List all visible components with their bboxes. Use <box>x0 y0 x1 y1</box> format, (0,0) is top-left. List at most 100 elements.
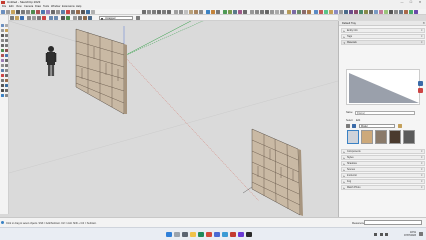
union-icon[interactable] <box>265 10 269 14</box>
section-close-icon[interactable]: ✕ <box>421 174 423 178</box>
network-icon[interactable] <box>380 232 383 236</box>
home-icon[interactable] <box>352 124 356 128</box>
bucket-icon[interactable] <box>4 29 8 33</box>
text-icon[interactable] <box>0 69 4 73</box>
section-close-icon[interactable]: ✕ <box>421 180 423 184</box>
solid-tools-icon[interactable] <box>250 10 254 14</box>
dynamic-components-icon[interactable] <box>292 10 296 14</box>
tray-section-tags[interactable]: ▸ Tags ✕ <box>341 34 425 39</box>
back-view-icon[interactable] <box>162 10 166 14</box>
back-icon[interactable] <box>346 124 350 128</box>
xray-style-icon[interactable] <box>174 10 178 14</box>
layout-taskbar-icon[interactable] <box>238 231 244 237</box>
taskbar-clock[interactable]: 18:51 07/07/2023 <box>394 231 416 237</box>
file-explorer-icon[interactable] <box>190 231 196 237</box>
right-view-icon[interactable] <box>157 10 161 14</box>
rotate-icon[interactable] <box>4 54 8 58</box>
monochrome-style-icon[interactable] <box>199 10 203 14</box>
extension-manager-icon[interactable] <box>324 10 328 14</box>
scale-icon[interactable] <box>0 59 4 63</box>
freehand-icon[interactable] <box>4 34 8 38</box>
undo-icon[interactable] <box>49 16 53 20</box>
warehouse-icon[interactable] <box>91 10 95 14</box>
wireframe-style-icon[interactable] <box>179 10 183 14</box>
plugin-tool-6-icon[interactable] <box>354 10 358 14</box>
plugin-tool-16-icon[interactable] <box>404 10 408 14</box>
section-cuts-icon[interactable] <box>216 10 220 14</box>
tray-section-components[interactable]: ▸ Components ✕ <box>341 149 425 154</box>
hidden-line-style-icon[interactable] <box>184 10 188 14</box>
move-tool-icon[interactable] <box>36 10 40 14</box>
material-name-field[interactable]: [Name] <box>355 111 415 115</box>
shaded-style-icon[interactable] <box>189 10 193 14</box>
tag-visible-checkbox[interactable] <box>101 17 104 20</box>
geolocation-icon[interactable] <box>233 10 237 14</box>
tag-tool-icon[interactable] <box>88 16 92 20</box>
mail-app-icon[interactable] <box>214 231 220 237</box>
profile-builder-icon[interactable] <box>314 10 318 14</box>
two-point-arc-icon[interactable] <box>4 39 8 43</box>
plugin-tool-18-icon[interactable] <box>414 10 418 14</box>
eraser-icon[interactable] <box>0 29 4 33</box>
tray-chevron-icon[interactable] <box>374 232 377 236</box>
notifications-icon[interactable] <box>419 232 423 236</box>
follow-me-icon[interactable] <box>4 49 8 53</box>
offset-tool-icon[interactable] <box>51 10 55 14</box>
axes-tool-icon[interactable] <box>66 10 70 14</box>
component-options-icon[interactable] <box>302 10 306 14</box>
material-swatch-wood-light[interactable] <box>361 130 373 144</box>
rectangle-tool-icon[interactable] <box>26 10 30 14</box>
sketchup-taskbar-icon[interactable] <box>230 231 236 237</box>
pencil-icon[interactable] <box>0 34 4 38</box>
dimension-icon[interactable] <box>4 69 8 73</box>
eraser-tool-icon[interactable] <box>6 10 10 14</box>
sandbox-icon[interactable] <box>223 10 227 14</box>
textured-style-icon[interactable] <box>194 10 198 14</box>
warehouse-share-icon[interactable] <box>287 10 291 14</box>
paste-icon[interactable] <box>37 16 41 20</box>
trim-icon[interactable] <box>275 10 279 14</box>
rotate-tool-icon[interactable] <box>41 10 45 14</box>
tray-section-match-photo[interactable]: ▸ Match Photo ✕ <box>341 185 425 190</box>
outliner-icon[interactable] <box>83 16 87 20</box>
move-icon[interactable] <box>0 54 4 58</box>
edge-browser-icon[interactable] <box>198 231 204 237</box>
component-attributes-icon[interactable] <box>307 10 311 14</box>
pan-icon[interactable] <box>4 79 8 83</box>
tray-section-fog[interactable]: ▸ Fog ✕ <box>341 179 425 184</box>
split-icon[interactable] <box>280 10 284 14</box>
open-file-icon[interactable] <box>15 16 19 20</box>
orbit-icon[interactable] <box>0 79 4 83</box>
section-fill-icon[interactable] <box>211 10 215 14</box>
line-tool-icon[interactable] <box>16 10 20 14</box>
zoom-extents-icon[interactable] <box>86 10 90 14</box>
section-icon[interactable] <box>0 94 4 98</box>
outer-shell-icon[interactable] <box>255 10 259 14</box>
select-arrow-icon[interactable] <box>0 24 4 28</box>
walk-icon[interactable] <box>4 89 8 93</box>
tray-section-scenes[interactable]: ▸ Scenes ✕ <box>341 167 425 172</box>
select-tab[interactable]: Select <box>346 119 353 123</box>
look-around-icon[interactable] <box>4 94 8 98</box>
arc-icon[interactable] <box>0 39 4 43</box>
sample-paint-icon[interactable] <box>418 81 423 86</box>
push-pull-icon[interactable] <box>31 10 35 14</box>
tape-icon[interactable] <box>0 64 4 68</box>
redo-icon[interactable] <box>54 16 58 20</box>
zoom-icon[interactable] <box>0 84 4 88</box>
lasso-icon[interactable] <box>4 24 8 28</box>
subtract-icon[interactable] <box>270 10 274 14</box>
section-close-icon[interactable]: ✕ <box>421 150 423 154</box>
section-close-icon[interactable]: ✕ <box>421 41 423 45</box>
interact-tool-icon[interactable] <box>297 10 301 14</box>
section-close-icon[interactable]: ✕ <box>421 168 423 172</box>
tray-section-materials[interactable]: ▾ Materials ✕ <box>341 40 425 45</box>
save-file-icon[interactable] <box>20 16 24 20</box>
details-icon[interactable] <box>398 124 402 128</box>
person-figure[interactable] <box>45 46 57 76</box>
scale-tool-icon[interactable] <box>46 10 50 14</box>
task-view-icon[interactable] <box>182 231 188 237</box>
model-viewport[interactable] <box>9 21 338 217</box>
extension-warehouse-icon[interactable] <box>238 10 242 14</box>
plugin-tool-9-icon[interactable] <box>369 10 373 14</box>
